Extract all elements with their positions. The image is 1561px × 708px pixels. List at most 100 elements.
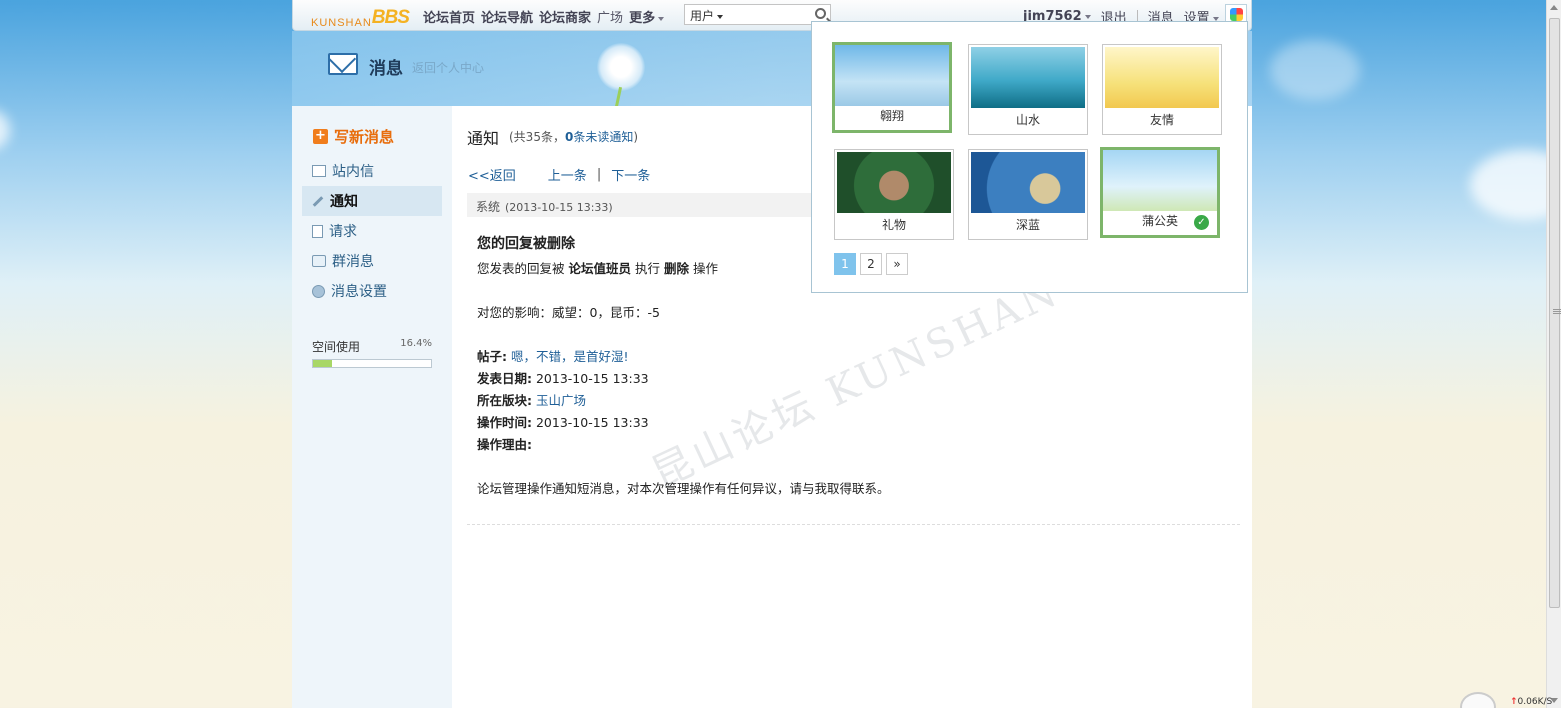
optime-value: 2013-10-15 13:33 (535, 415, 649, 430)
sidebar: + 写新消息 站内信 通知 请求 群消息 消息设置 空间使用 16.4% (292, 106, 452, 708)
skin-name: 礼物 (881, 218, 906, 232)
message-text: 操作 (693, 261, 719, 276)
sidebar-item-label: 站内信 (332, 164, 374, 180)
skin-name: 翱翔 (879, 109, 904, 123)
search-type-select[interactable]: 用户 (690, 7, 724, 24)
post-label: 帖子: (477, 349, 507, 364)
footer-note: 论坛管理操作通知短消息，对本次管理操作有任何异议，请与我取得联系。 (477, 481, 890, 496)
back-to-profile-link[interactable]: 返回个人中心 (412, 59, 484, 76)
skin-page-1[interactable]: 1 (834, 253, 856, 275)
upload-arrow-icon: ↑ (1510, 697, 1518, 707)
chevron-down-icon (717, 14, 724, 19)
reason-row: 操作理由: (477, 434, 1217, 456)
skin-option-soar[interactable]: 翱翔 (832, 42, 952, 133)
sidebar-item-private-messages[interactable]: 站内信 (302, 156, 442, 186)
count-text: (共35条， (509, 130, 565, 144)
space-usage-fill (313, 360, 333, 367)
sidebar-item-label: 消息设置 (331, 284, 387, 300)
skin-name: 友情 (1149, 113, 1174, 127)
scroll-up-arrow-icon[interactable] (1550, 5, 1558, 10)
prev-message-link[interactable]: 上一条 (548, 165, 587, 184)
net-speed: ↑0.06K/S (1510, 697, 1552, 707)
reason-label: 操作理由: (477, 437, 532, 452)
grip-icon (1553, 309, 1561, 310)
skin-page-2[interactable]: 2 (860, 253, 882, 275)
chat-bubble-icon (312, 255, 326, 267)
back-link[interactable]: <<返回 (468, 165, 516, 184)
message-text: 您发表的回复被 (477, 261, 565, 276)
sidebar-item-label: 请求 (329, 224, 357, 240)
divider: | (596, 167, 602, 182)
network-speed-widget: ↑0.06K/S (1388, 692, 1552, 708)
scrollbar-thumb[interactable] (1549, 18, 1561, 608)
sidebar-item-requests[interactable]: 请求 (302, 216, 442, 246)
gear-icon (312, 284, 325, 298)
message-nav: 站内信 通知 请求 群消息 消息设置 (302, 156, 442, 306)
date-label: 发表日期: (477, 371, 532, 386)
search-icon[interactable] (815, 8, 826, 19)
skin-name: 山水 (1015, 113, 1040, 127)
optime-label: 操作时间: (477, 415, 532, 430)
message-time: (2013-10-15 13:33) (505, 201, 613, 214)
nav-more-menu[interactable]: 更多 (629, 7, 665, 26)
post-row: 帖子: 嗯，不错，是首好湿! (477, 346, 1217, 368)
nav-forum-guide[interactable]: 论坛导航 (481, 7, 533, 26)
notification-count: (共35条，0条未读通知) (509, 128, 638, 145)
message-actor: 论坛值班员 (568, 261, 632, 276)
next-message-link[interactable]: 下一条 (611, 165, 650, 184)
background-cloud (1270, 40, 1360, 100)
skin-option-deep-blue[interactable]: 深蓝 (968, 149, 1088, 240)
date-row: 发表日期: 2013-10-15 13:33 (477, 368, 1217, 390)
sidebar-item-message-settings[interactable]: 消息设置 (302, 276, 442, 306)
board-label: 所在版块: (477, 393, 532, 408)
checkmark-icon: ✓ (1194, 215, 1209, 230)
sidebar-item-label: 群消息 (332, 254, 374, 270)
document-icon (312, 224, 323, 238)
space-usage-percent: 16.4% (400, 338, 432, 349)
unread-link[interactable]: 条未读通知 (573, 130, 633, 144)
skin-option-dandelion[interactable]: 蒲公英 ✓ (1100, 147, 1220, 238)
site-logo[interactable]: KUNSHANBBS (311, 7, 410, 29)
logo-main: BBS (371, 7, 410, 28)
skin-page-next[interactable]: » (886, 253, 908, 275)
space-usage: 空间使用 16.4% (312, 338, 432, 368)
space-usage-label: 空间使用 (312, 340, 361, 354)
main-nav: 论坛首页 论坛导航 论坛商家 广场 更多 (423, 7, 665, 26)
search-box[interactable]: 用户 (684, 4, 831, 25)
skin-option-friendship[interactable]: 友情 (1102, 44, 1222, 135)
sidebar-item-label: 通知 (330, 194, 358, 210)
nav-forum-home[interactable]: 论坛首页 (423, 7, 475, 26)
compose-message-button[interactable]: + 写新消息 (313, 126, 394, 147)
sidebar-item-notifications[interactable]: 通知 (302, 186, 442, 216)
skin-preview-image (971, 47, 1085, 108)
page-scrollbar[interactable] (1546, 0, 1561, 708)
chevron-down-icon (658, 16, 665, 21)
impact-line: 对您的影响：威望：0，昆币：-5 (477, 305, 660, 320)
nav-plaza[interactable]: 广场 (597, 7, 623, 26)
mail-icon (312, 165, 326, 177)
board-row: 所在版块: 玉山广场 (477, 390, 1217, 412)
nav-more-label: 更多 (629, 11, 656, 26)
skin-preview-image (971, 152, 1085, 213)
envelope-icon (328, 53, 358, 75)
speed-dial-icon (1460, 692, 1496, 708)
background-cloud (0, 110, 10, 150)
palette-icon (1230, 8, 1243, 21)
skin-option-landscape[interactable]: 山水 (968, 44, 1088, 135)
skin-preview-image (1105, 47, 1219, 108)
post-link[interactable]: 嗯，不错，是首好湿! (511, 349, 629, 364)
nav-forum-merchants[interactable]: 论坛商家 (539, 7, 591, 26)
skin-option-gift[interactable]: 礼物 (834, 149, 954, 240)
board-link[interactable]: 玉山广场 (536, 393, 586, 408)
chevron-down-icon (1084, 14, 1091, 19)
space-usage-bar (312, 359, 432, 368)
dandelion-decoration (597, 43, 645, 91)
sidebar-item-group-messages[interactable]: 群消息 (302, 246, 442, 276)
plus-icon: + (313, 129, 328, 144)
optime-row: 操作时间: 2013-10-15 13:33 (477, 412, 1217, 434)
skin-picker-popup: 翱翔 山水 友情 礼物 深蓝 蒲公英 ✓ 1 2 » (811, 21, 1248, 293)
skin-preview-image (837, 152, 951, 213)
compose-label: 写新消息 (334, 128, 395, 146)
